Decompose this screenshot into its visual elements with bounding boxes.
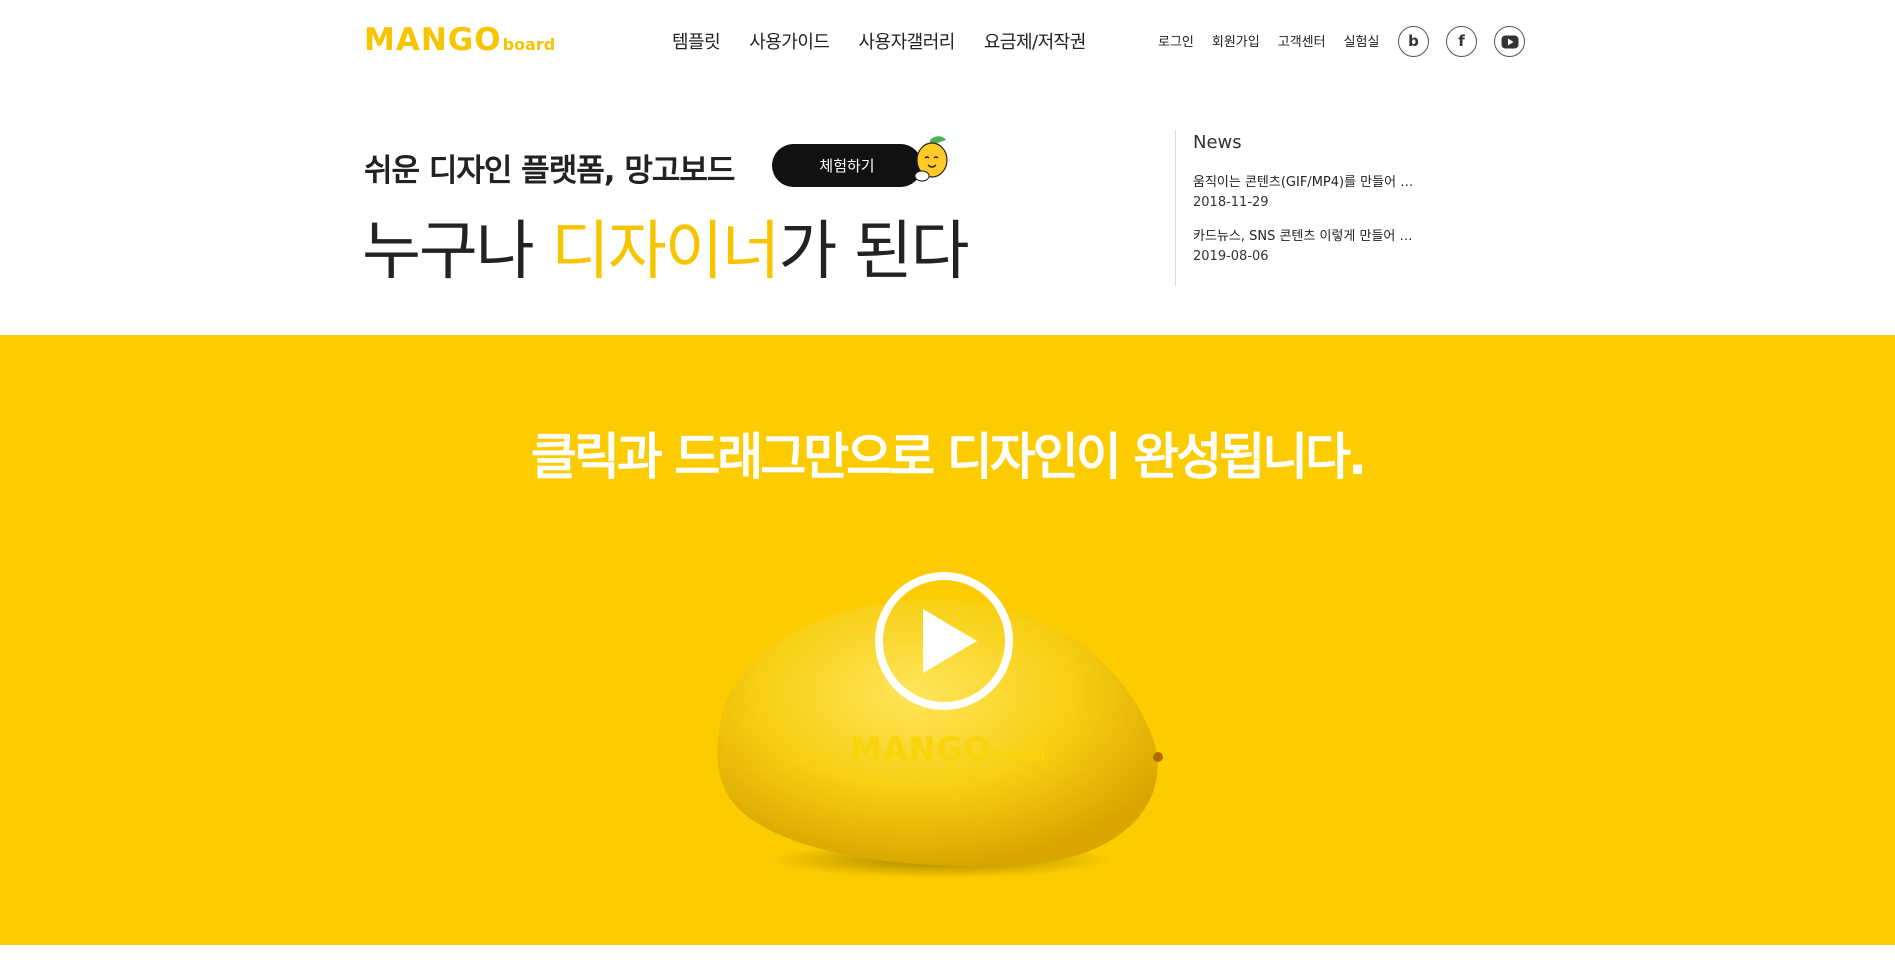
support-link[interactable]: 고객센터 (1278, 31, 1326, 50)
lab-link[interactable]: 실험실 (1344, 31, 1380, 50)
facebook-button[interactable]: f (1446, 26, 1477, 57)
news-item-date: 2019-08-06 (1193, 249, 1269, 264)
news-divider (1175, 130, 1176, 286)
trial-button[interactable]: 체험하기 (772, 144, 922, 187)
news-item[interactable]: 움직이는 콘텐츠(GIF/MP4)를 만들어 보... 2018-11-29 (1193, 171, 1423, 210)
nav-templates[interactable]: 템플릿 (672, 28, 721, 54)
news-item-title[interactable]: 카드뉴스, SNS 콘텐츠 이렇게 만들어 보... (1193, 225, 1423, 244)
hero-headline: 누구나 디자이너가 된다 (362, 200, 970, 292)
news-item[interactable]: 카드뉴스, SNS 콘텐츠 이렇게 만들어 보... 2019-08-06 (1193, 225, 1423, 264)
banner-title: 클릭과 드래그만으로 디자인이 완성됩니다. (530, 428, 1367, 486)
utility-nav: 로그인 회원가입 고객센터 실험실 (1158, 31, 1379, 50)
facebook-icon: f (1458, 32, 1465, 50)
mango-mascot-icon (914, 136, 948, 182)
news-item-date: 2018-11-29 (1193, 195, 1269, 210)
site-logo[interactable]: MANGO board (364, 22, 556, 58)
logo-sub-text: board (502, 35, 556, 54)
news-title: News (1193, 132, 1242, 153)
signup-link[interactable]: 회원가입 (1212, 31, 1260, 50)
nav-pricing[interactable]: 요금제/저작권 (984, 28, 1086, 54)
nav-user-gallery[interactable]: 사용자갤러리 (859, 28, 956, 54)
news-item-title[interactable]: 움직이는 콘텐츠(GIF/MP4)를 만들어 보... (1193, 171, 1423, 190)
blog-button[interactable]: b (1398, 26, 1429, 57)
login-link[interactable]: 로그인 (1158, 31, 1194, 50)
video-logo-sub: board (992, 745, 1046, 764)
play-video-button[interactable] (875, 572, 1013, 710)
hero-tagline: 쉬운 디자인 플랫폼, 망고보드 (364, 153, 735, 189)
youtube-button[interactable] (1494, 26, 1525, 57)
headline-accent: 디자이너 (550, 215, 781, 289)
headline-part-1: 누구나 (362, 215, 551, 289)
main-nav: 템플릿 사용가이드 사용자갤러리 요금제/저작권 (672, 28, 1086, 54)
nav-user-guide[interactable]: 사용가이드 (749, 28, 830, 54)
headline-part-2: 가 된다 (778, 215, 970, 289)
youtube-icon (1501, 35, 1518, 48)
play-icon (923, 609, 977, 673)
logo-main-text: MANGO (364, 22, 502, 58)
promo-video-banner: 클릭과 드래그만으로 디자인이 완성됩니다. MANGO board (0, 335, 1895, 945)
blog-icon: b (1408, 32, 1419, 50)
mango-logo-mark: MANGO board (850, 730, 1045, 768)
video-logo-main: MANGO (850, 730, 992, 768)
